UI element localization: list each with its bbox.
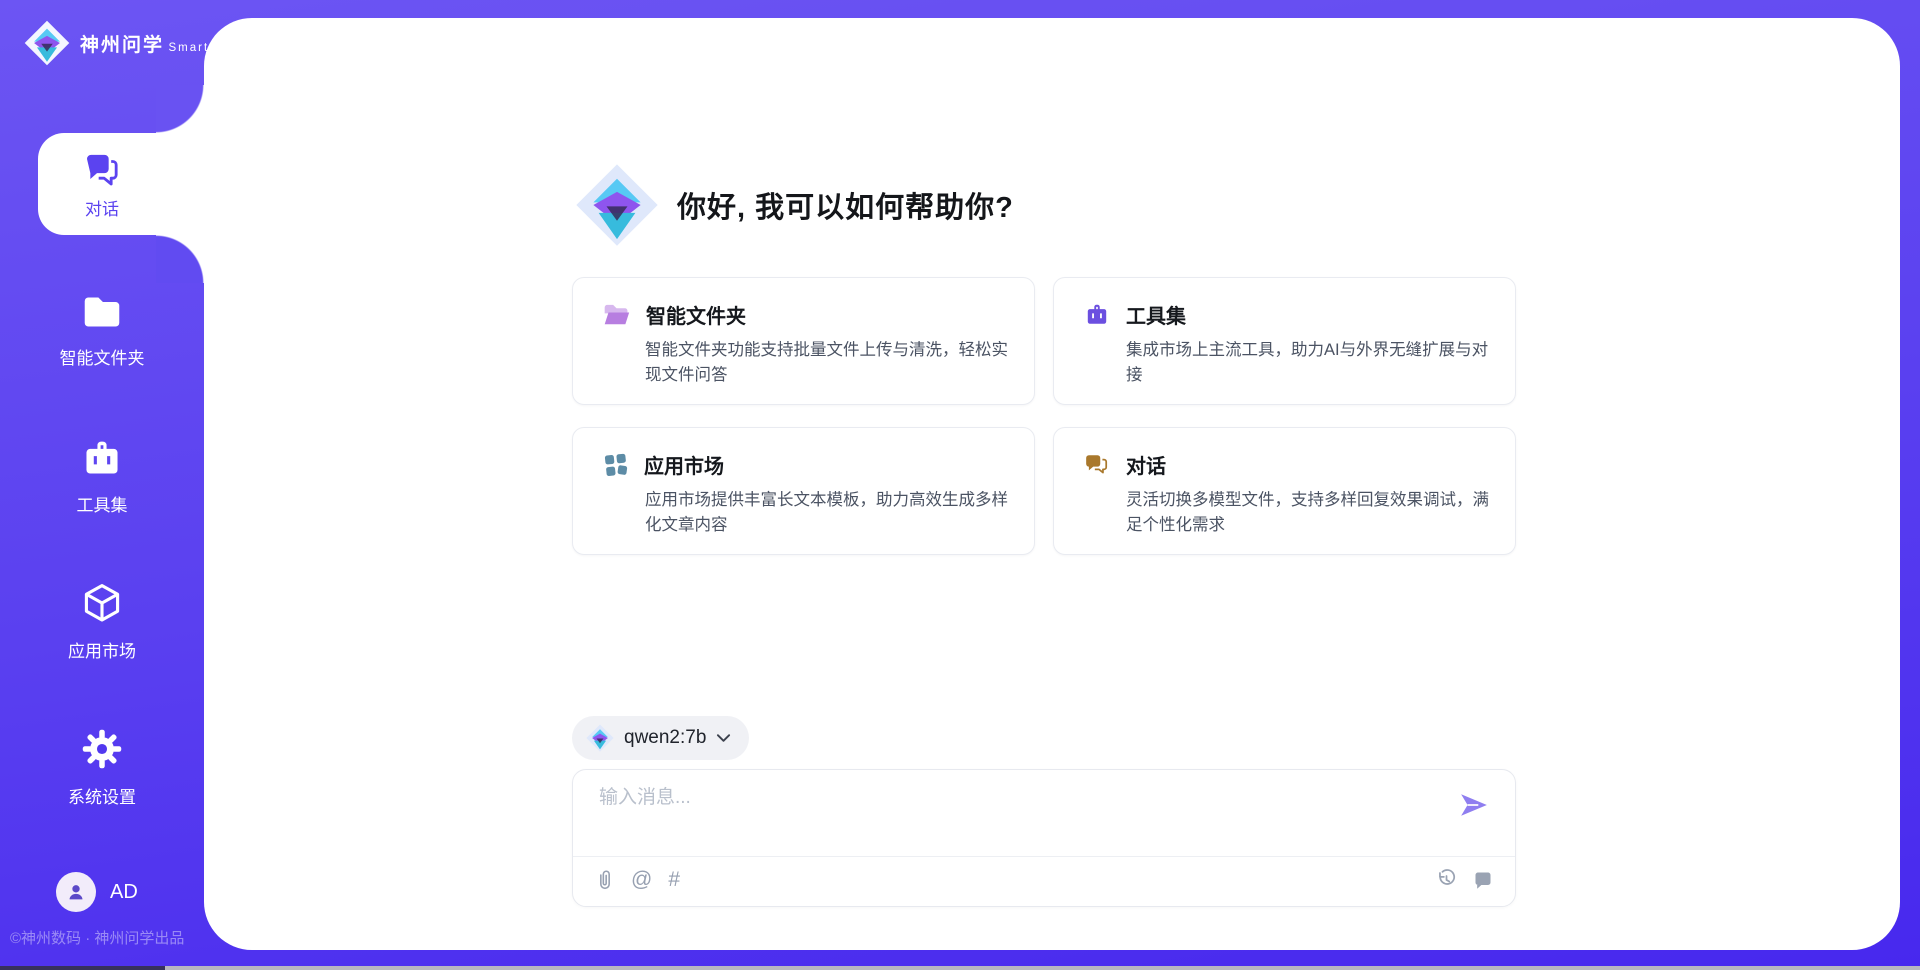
- assistant-logo-icon: [575, 163, 659, 247]
- card-app-market[interactable]: 应用市场 应用市场提供丰富长文本模板，助力高效生成多样化文章内容: [572, 427, 1035, 555]
- card-description: 灵活切换多模型文件，支持多样回复效果调试，满足个性化需求: [1126, 488, 1491, 538]
- avatar: [56, 872, 96, 912]
- attachment-icon[interactable]: [595, 869, 615, 891]
- sidebar-item-label: 工具集: [0, 491, 204, 516]
- horizontal-scrollbar[interactable]: [0, 966, 1920, 970]
- card-description: 智能文件夹功能支持批量文件上传与清洗，轻松实现文件问答: [645, 338, 1010, 388]
- sidebar-item-toolset[interactable]: 工具集: [0, 437, 204, 516]
- hashtag-icon[interactable]: #: [668, 869, 680, 891]
- scrollbar-thumb[interactable]: [0, 966, 165, 970]
- sidebar-item-label: 智能文件夹: [0, 344, 204, 369]
- tab-curve-bottom: [156, 235, 204, 283]
- brand-diamond-icon: [24, 20, 70, 66]
- app-tagline: Smart Vision: [168, 42, 257, 54]
- card-toolset[interactable]: 工具集 集成市场上主流工具，助力AI与外界无缝扩展与对接: [1053, 277, 1516, 405]
- app-root: 神州问学 Smart Vision 对话 智能文件夹: [0, 0, 1920, 970]
- conversation-icon[interactable]: [1473, 870, 1493, 890]
- card-title: 智能文件夹: [646, 300, 746, 329]
- feature-cards: 智能文件夹 智能文件夹功能支持批量文件上传与清洗，轻松实现文件问答 工具集 集成…: [572, 277, 1516, 555]
- message-input[interactable]: [597, 786, 1260, 810]
- card-chat[interactable]: 对话 灵活切换多模型文件，支持多样回复效果调试，满足个性化需求: [1053, 427, 1516, 555]
- briefcase-icon: [1084, 302, 1110, 327]
- sidebar-item-label: 对话: [85, 195, 119, 220]
- card-title: 工具集: [1126, 300, 1186, 329]
- cube-icon: [80, 612, 124, 629]
- mention-icon[interactable]: @: [631, 869, 652, 891]
- chat-icon: [82, 149, 122, 189]
- person-icon: [65, 881, 87, 903]
- sidebar-item-settings[interactable]: 系统设置: [0, 727, 204, 808]
- sidebar-item-chat[interactable]: 对话: [38, 133, 208, 235]
- model-name: qwen2:7b: [624, 727, 706, 749]
- composer-divider: [573, 856, 1515, 857]
- model-logo-icon: [586, 724, 614, 752]
- user-initials: AD: [110, 881, 138, 904]
- send-icon[interactable]: [1459, 792, 1489, 818]
- card-title: 应用市场: [644, 450, 724, 479]
- copyright-text: ©神州数码 · 神州问学出品: [10, 927, 200, 948]
- message-composer: @ #: [572, 769, 1516, 907]
- folder-icon: [80, 319, 124, 336]
- briefcase-icon: [80, 466, 124, 483]
- sidebar-item-label: 应用市场: [0, 637, 204, 662]
- sidebar-item-market[interactable]: 应用市场: [0, 581, 204, 662]
- gear-icon: [80, 758, 124, 775]
- sidebar-item-folders[interactable]: 智能文件夹: [0, 292, 204, 369]
- user-profile[interactable]: AD: [56, 872, 138, 912]
- card-description: 集成市场上主流工具，助力AI与外界无缝扩展与对接: [1126, 338, 1491, 388]
- history-icon[interactable]: [1436, 869, 1457, 890]
- welcome-header: 你好, 我可以如何帮助你?: [575, 163, 1014, 247]
- grid-icon: [603, 452, 628, 477]
- card-smart-folder[interactable]: 智能文件夹 智能文件夹功能支持批量文件上传与清洗，轻松实现文件问答: [572, 277, 1035, 405]
- tab-curve-top: [156, 85, 204, 133]
- sidebar-item-label: 系统设置: [0, 783, 204, 808]
- greeting-title: 你好, 我可以如何帮助你?: [677, 184, 1014, 226]
- folder-open-icon: [603, 303, 630, 327]
- chat-icon: [1084, 453, 1110, 477]
- chevron-down-icon: [716, 733, 731, 743]
- card-description: 应用市场提供丰富长文本模板，助力高效生成多样化文章内容: [645, 488, 1010, 538]
- card-title: 对话: [1126, 450, 1166, 479]
- app-logo: 神州问学 Smart Vision: [24, 20, 257, 66]
- model-selector[interactable]: qwen2:7b: [572, 716, 749, 760]
- app-name: 神州问学: [80, 35, 164, 56]
